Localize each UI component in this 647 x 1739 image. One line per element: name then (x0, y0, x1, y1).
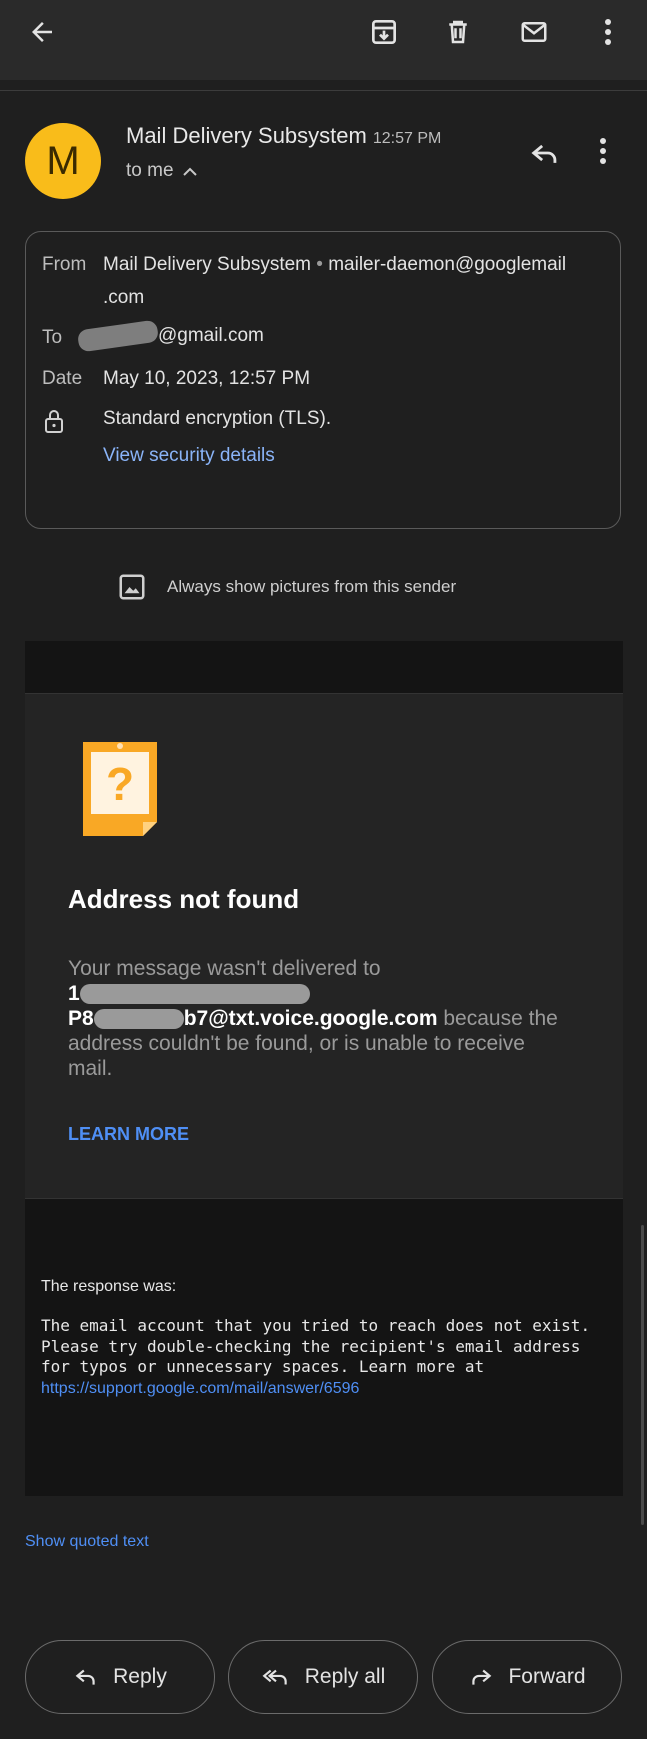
reply-all-label: Reply all (304, 1665, 386, 1688)
reply-all-button[interactable]: Reply all (228, 1640, 418, 1714)
date-value: May 10, 2023, 12:57 PM (103, 368, 311, 389)
to-label: To (42, 327, 63, 348)
svg-text:?: ? (106, 758, 134, 810)
sender-name: Mail Delivery Subsystem (126, 123, 367, 148)
from-label: From (42, 254, 87, 275)
redacted-area (76, 319, 160, 353)
archive-icon (372, 20, 396, 44)
response-label: The response was: (41, 1278, 177, 1295)
from-email: mailer-daemon@googlemail (328, 254, 567, 275)
mark-unread-button[interactable] (514, 12, 554, 52)
bounce-message: Your message wasn't delivered to 1 P8 b7@… (68, 957, 558, 1080)
reply-icon (531, 144, 557, 163)
image-icon (119, 574, 145, 600)
lock-icon (42, 408, 66, 439)
recipients-label: to me (126, 160, 174, 181)
show-quoted-text-link[interactable]: Show quoted text (25, 1533, 149, 1551)
header-divider (0, 90, 647, 91)
trash-icon (449, 20, 467, 44)
more-vert-icon (605, 19, 611, 45)
forward-label: Forward (508, 1665, 586, 1688)
sender-line[interactable]: Mail Delivery Subsystem 12:57 PM (126, 123, 441, 149)
reply-label: Reply (113, 1665, 167, 1688)
archive-button[interactable] (364, 12, 404, 52)
message-details-panel: From Mail Delivery Subsystem • mailer-da… (25, 231, 621, 529)
show-pictures-label: Always show pictures from this sender (167, 577, 457, 596)
reply-icon (75, 1669, 95, 1685)
redacted-number (79, 984, 310, 1005)
delete-button[interactable] (438, 12, 478, 52)
bounce-intro: Your message wasn't delivered to (68, 957, 381, 980)
scrollbar[interactable] (641, 1225, 644, 1525)
avatar[interactable]: M (25, 123, 101, 199)
recipients-toggle[interactable]: to me (126, 160, 198, 182)
encryption-status: Standard encryption (TLS). (103, 408, 332, 429)
to-value: @gmail.com (76, 319, 264, 353)
message-more-button[interactable] (598, 136, 628, 176)
message-time: 12:57 PM (372, 130, 442, 147)
from-name: Mail Delivery Subsystem (103, 254, 311, 275)
to-email: @gmail.com (158, 325, 264, 347)
forward-button[interactable]: Forward (432, 1640, 622, 1714)
mail-icon (521, 22, 547, 42)
show-pictures-option[interactable]: Always show pictures from this sender (117, 572, 456, 602)
more-vert-icon (600, 138, 606, 164)
more-options-button[interactable] (588, 12, 628, 52)
from-value: Mail Delivery Subsystem • mailer-daemon@… (103, 254, 567, 275)
forward-icon (472, 1669, 492, 1685)
bounce-card: ? Address not found Your message wasn't … (25, 693, 623, 1199)
bounce-title: Address not found (68, 884, 300, 914)
chevron-up-icon (182, 167, 197, 176)
address-end: b7@txt.voice.google.com (183, 1007, 438, 1030)
reply-all-icon (262, 1669, 287, 1685)
reply-button[interactable]: Reply (25, 1640, 215, 1714)
learn-more-link[interactable]: LEARN MORE (68, 1124, 189, 1145)
date-label: Date (42, 368, 83, 389)
arrow-left-icon (32, 22, 52, 42)
address-start: P8 (68, 1007, 94, 1030)
response-text: The email account that you tried to reac… (41, 1316, 601, 1399)
question-note-icon: ? (81, 740, 159, 843)
back-button[interactable] (22, 12, 62, 52)
redacted-address (93, 1009, 184, 1030)
from-email-continued: .com (103, 287, 145, 308)
view-security-details-link[interactable]: View security details (103, 445, 275, 467)
support-link[interactable]: https://support.google.com/mail/answer/6… (41, 1380, 359, 1397)
header-reply-button[interactable] (528, 136, 568, 176)
top-app-bar (0, 0, 647, 80)
response-body: The email account that you tried to reac… (41, 1316, 600, 1376)
